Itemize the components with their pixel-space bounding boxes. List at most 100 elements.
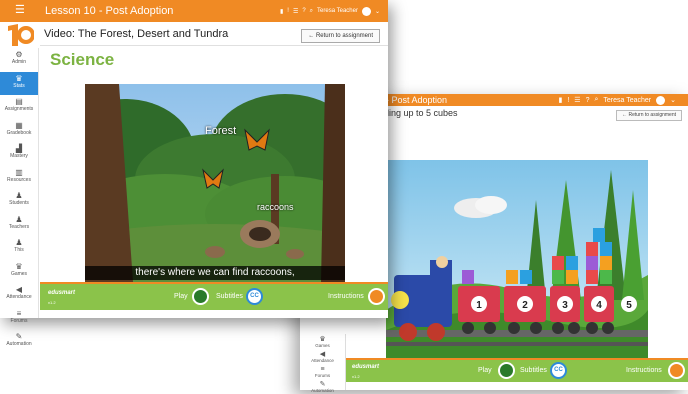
back-top-icons: ▮ ! ☰ ? ⌕ Teresa Teacher ⌄ <box>558 95 676 105</box>
page-title: Science <box>50 50 115 69</box>
train-number-5: 5 <box>626 300 632 311</box>
brand-logo: edusmart <box>48 290 76 296</box>
person-icon: ♟ <box>15 238 23 247</box>
play-button[interactable] <box>498 362 515 379</box>
train-number-1: 1 <box>476 300 482 311</box>
sidebar-item-label: Games <box>10 270 28 277</box>
sidebar-item-teachers[interactable]: ♟ Teachers <box>0 213 38 237</box>
version-label: v1.2 <box>352 374 360 379</box>
divider <box>40 45 388 46</box>
sidebar-item-games[interactable]: ♛ Games <box>0 260 38 284</box>
train-number-4: 4 <box>596 300 602 311</box>
sidebar-item-mastery[interactable]: ▟ Mastery <box>0 142 38 166</box>
sidebar-item-assignments[interactable]: ▤ Assignments <box>0 95 38 119</box>
back-window-title: - Post Adoption <box>386 95 448 105</box>
book-icon: ▥ <box>15 167 23 177</box>
brand-logo: edusmart <box>352 364 380 370</box>
back-sidebar-item-forums[interactable]: ≡ Forums <box>300 366 345 379</box>
front-window: ☰ Lesson 10 - Post Adoption ▮ ! ☰ ? ⌕ Te… <box>0 0 388 347</box>
instructions-button[interactable] <box>368 288 385 305</box>
cc-button[interactable]: CC <box>246 288 263 305</box>
sidebar-item-label: Mastery <box>10 153 28 159</box>
sidebar-item-label: Forums <box>314 373 331 378</box>
trophy-icon: ♛ <box>15 261 23 271</box>
back-sidebar-item-games[interactable]: ♛ Games <box>300 336 345 349</box>
instructions-label: Instructions <box>626 367 662 374</box>
forest-scene: Forest raccoons <box>85 84 345 282</box>
lock-icon[interactable]: ▮ <box>280 8 283 15</box>
grid-icon: ▦ <box>15 120 23 130</box>
sidebar-item-label: Automation <box>6 341 32 347</box>
play-label: Play <box>478 367 492 374</box>
user-name[interactable]: Teresa Teacher <box>603 97 651 104</box>
sidebar-item-label: Attendance <box>6 294 32 300</box>
sidebar-item-label: Teachers <box>8 223 30 230</box>
back-video-frame[interactable]: 1 2 3 4 5 <box>386 160 648 366</box>
user-name[interactable]: Teresa Teacher <box>317 8 358 14</box>
version-label: v1.2 <box>48 300 56 305</box>
back-sidebar-item-automation[interactable]: ✎ Automation <box>300 381 345 394</box>
front-window-footer <box>40 310 388 318</box>
sidebar-item-label: Admin <box>11 59 27 65</box>
sidebar-item-automation[interactable]: ✎ Automation <box>0 330 38 354</box>
return-button[interactable]: ← Return to assignment <box>301 29 380 43</box>
sidebar-item-label: Stats <box>13 82 25 89</box>
sidebar-item-label: Attendance <box>311 358 334 363</box>
sidebar-item-resources[interactable]: ▥ Resources <box>0 166 38 190</box>
front-top-icons: ▮ ! ☰ ? ⌕ Teresa Teacher ⌄ <box>280 5 380 17</box>
instructions-button[interactable] <box>668 362 685 379</box>
play-label: Play <box>174 293 188 300</box>
chart-icon: ▟ <box>15 144 23 153</box>
return-label: Return to assignment <box>315 33 373 39</box>
sidebar-item-label: Games <box>315 343 330 348</box>
chevron-down-icon[interactable]: ⌄ <box>670 96 676 104</box>
cc-button[interactable]: CC <box>550 362 567 379</box>
forest-label: Forest <box>205 125 236 137</box>
sidebar-item-forums[interactable]: ≡ Forums <box>0 307 38 331</box>
back-sidebar-item-attendance[interactable]: ◀ Attendance <box>300 351 345 364</box>
sidebar-item-admin[interactable]: ⚙ Admin <box>0 48 38 72</box>
person-icon: ♟ <box>15 214 23 224</box>
sidebar-item-label: Forums <box>10 317 28 324</box>
sidebar-item-label: Gradebook <box>6 129 32 136</box>
hamburger-menu-icon[interactable]: ☰ <box>15 3 25 16</box>
sidebar-item-label: This <box>14 247 24 253</box>
search-icon[interactable]: ⌕ <box>594 96 598 104</box>
sidebar-item-students[interactable]: ♟ Students <box>0 189 38 213</box>
video-frame[interactable]: Forest raccoons there's where we can fin… <box>85 84 345 282</box>
lock-icon[interactable]: ▮ <box>558 96 562 104</box>
sidebar-item-this[interactable]: ♟ This <box>0 236 38 260</box>
list-icon: ≡ <box>16 308 22 318</box>
sidebar-item-label: Assignments <box>4 106 34 112</box>
menu-icon[interactable]: ☰ <box>293 8 298 15</box>
sidebar-item-stats[interactable]: ♛ Stats <box>0 71 38 95</box>
train-scene: 1 2 3 4 5 <box>386 160 648 366</box>
gear-icon: ⚙ <box>15 50 23 59</box>
sidebar-item-attendance[interactable]: ◀ Attendance <box>0 283 38 307</box>
alert-icon[interactable]: ! <box>287 8 289 14</box>
front-top-bar: ☰ Lesson 10 - Post Adoption ▮ ! ☰ ? ⌕ Te… <box>0 0 388 22</box>
sidebar-item-gradebook[interactable]: ▦ Gradebook <box>0 119 38 143</box>
wrench-icon: ✎ <box>15 332 23 341</box>
raccoons-label: raccoons <box>257 202 294 212</box>
back-page-subtitle: ding up to 5 cubes <box>384 108 458 118</box>
chevron-down-icon[interactable]: ⌄ <box>375 8 380 15</box>
document-icon: ▤ <box>15 97 23 106</box>
instructions-label: Instructions <box>328 293 364 300</box>
avatar[interactable] <box>361 6 371 16</box>
help-icon[interactable]: ? <box>302 8 305 14</box>
app-logo[interactable] <box>6 22 34 48</box>
subtitles-label: Subtitles <box>216 293 243 300</box>
search-icon[interactable]: ⌕ <box>310 8 313 15</box>
front-window-title: Lesson 10 - Post Adoption <box>45 5 174 17</box>
trophy-icon: ♛ <box>15 73 23 83</box>
alert-icon[interactable]: ! <box>567 97 569 104</box>
avatar[interactable] <box>656 95 666 105</box>
menu-icon[interactable]: ☰ <box>574 96 580 104</box>
back-return-button[interactable]: ← Return to assignment <box>616 110 682 121</box>
help-icon[interactable]: ? <box>586 97 590 104</box>
sidebar-item-label: Students <box>9 200 29 206</box>
control-bar: edusmart v1.2 Play Subtitles CC Instruct… <box>40 282 388 312</box>
play-button[interactable] <box>192 288 209 305</box>
sidebar: ⚙ Admin ♛ Stats ▤ Assignments ▦ Gradebook ▟ M… <box>0 48 39 347</box>
